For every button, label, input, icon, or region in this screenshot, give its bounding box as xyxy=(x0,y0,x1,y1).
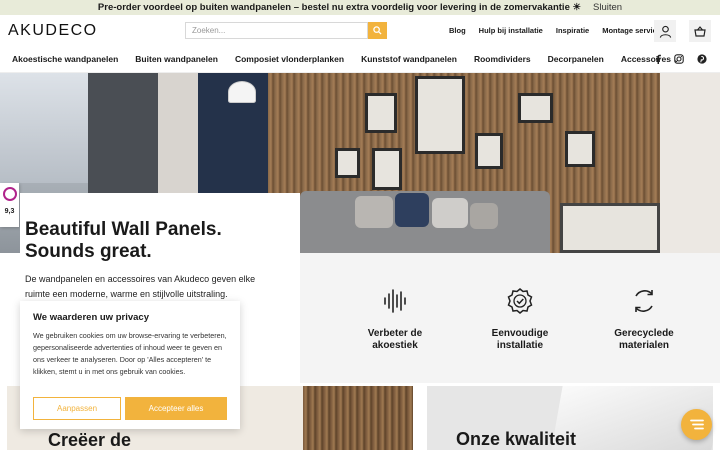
accept-all-button[interactable]: Accepteer alles xyxy=(125,397,227,420)
rating-badge-icon xyxy=(2,187,17,201)
rating-score: 9,3 xyxy=(4,208,15,215)
rating-widget[interactable]: 9,3 xyxy=(0,183,19,227)
link-mounting-service[interactable]: Montage service xyxy=(602,26,661,35)
header: AKUDECO Blog Hulp bij installatie Inspir… xyxy=(0,15,720,45)
badge-check-icon xyxy=(507,288,533,314)
hero-text: De wandpanelen en accessoires van Akudec… xyxy=(25,274,256,299)
main-nav: Akoestische wandpanelen Buiten wandpanel… xyxy=(0,45,720,73)
picture-frame xyxy=(560,203,660,253)
hero-title: Beautiful Wall Panels. Sounds great. xyxy=(25,219,300,263)
nav-decor-panels[interactable]: Decorpanelen xyxy=(548,54,604,64)
link-installation-help[interactable]: Hulp bij installatie xyxy=(479,26,543,35)
search-icon xyxy=(373,26,382,35)
customize-button[interactable]: Aanpassen xyxy=(33,397,121,420)
link-blog[interactable]: Blog xyxy=(449,26,466,35)
quality-section-card[interactable]: Onze kwaliteit xyxy=(427,386,713,450)
soundwave-icon xyxy=(384,289,406,313)
feature-acoustics: Verbeter de akoestiek xyxy=(340,287,450,352)
picture-frame xyxy=(335,148,360,178)
basket-icon xyxy=(694,25,706,37)
search-button[interactable] xyxy=(368,22,387,39)
picture-frame xyxy=(372,148,402,190)
cart-button[interactable] xyxy=(689,20,711,42)
feature-label: akoestiek xyxy=(372,340,418,351)
promo-close-link[interactable]: Sluiten xyxy=(593,2,622,13)
chat-button[interactable] xyxy=(681,409,712,440)
user-icon xyxy=(659,25,671,38)
nav-room-dividers[interactable]: Roomdividers xyxy=(474,54,531,64)
facebook-icon[interactable] xyxy=(652,53,664,65)
cookie-title: We waarderen uw privacy xyxy=(33,312,149,323)
features-section: Verbeter de akoestiek Eenvoudige installat… xyxy=(300,253,720,383)
recycle-icon xyxy=(635,290,653,312)
nav-accessories[interactable]: Accessoires ⌄ xyxy=(621,54,679,64)
picture-frame xyxy=(565,131,595,167)
feature-label: Verbeter de xyxy=(367,328,423,339)
hero-title-line2: Sounds great. xyxy=(25,241,152,262)
feature-label: materialen xyxy=(618,340,670,351)
nav-outdoor-panels[interactable]: Buiten wandpanelen xyxy=(135,54,218,64)
nav-acoustic-panels[interactable]: Akoestische wandpanelen xyxy=(12,54,118,64)
picture-frame xyxy=(365,93,397,133)
menu-lines-icon xyxy=(689,419,704,430)
account-button[interactable] xyxy=(654,20,676,42)
create-section-title: Creëer de xyxy=(48,430,132,450)
feature-label: Gerecyclede xyxy=(614,328,674,339)
search-input[interactable] xyxy=(185,22,368,39)
instagram-icon[interactable] xyxy=(673,53,685,65)
logo[interactable]: AKUDECO xyxy=(8,22,98,40)
hero-title-line1: Beautiful Wall Panels. xyxy=(25,219,222,240)
lamp xyxy=(228,81,256,103)
feature-recycled: Gerecyclede materialen xyxy=(589,287,699,352)
pinterest-icon[interactable] xyxy=(696,53,708,65)
promo-bar: Pre-order voordeel op buiten wandpanelen… xyxy=(0,0,720,15)
hero-card: Beautiful Wall Panels. Sounds great. De … xyxy=(20,193,300,313)
quality-section-title: Onze kwaliteit xyxy=(456,429,577,449)
picture-frame xyxy=(475,133,503,169)
top-links: Blog Hulp bij installatie Inspiratie Mon… xyxy=(449,26,661,35)
promo-text: Pre-order voordeel op buiten wandpanelen… xyxy=(97,2,582,13)
feature-label: Eenvoudige xyxy=(491,328,549,339)
picture-frame xyxy=(518,93,553,123)
cookie-text: We gebruiken cookies om uw browse-ervari… xyxy=(33,331,227,376)
feature-label: installatie xyxy=(496,340,544,351)
nav-composite-decking[interactable]: Composiet vlonderplanken xyxy=(235,54,344,64)
cookie-banner: We waarderen uw privacy We gebruiken coo… xyxy=(20,301,240,429)
link-inspiration[interactable]: Inspiratie xyxy=(556,26,589,35)
picture-frame xyxy=(415,76,465,154)
feature-installation: Eenvoudige installatie xyxy=(465,287,575,352)
nav-plastic-panels[interactable]: Kunststof wandpanelen xyxy=(361,54,457,64)
